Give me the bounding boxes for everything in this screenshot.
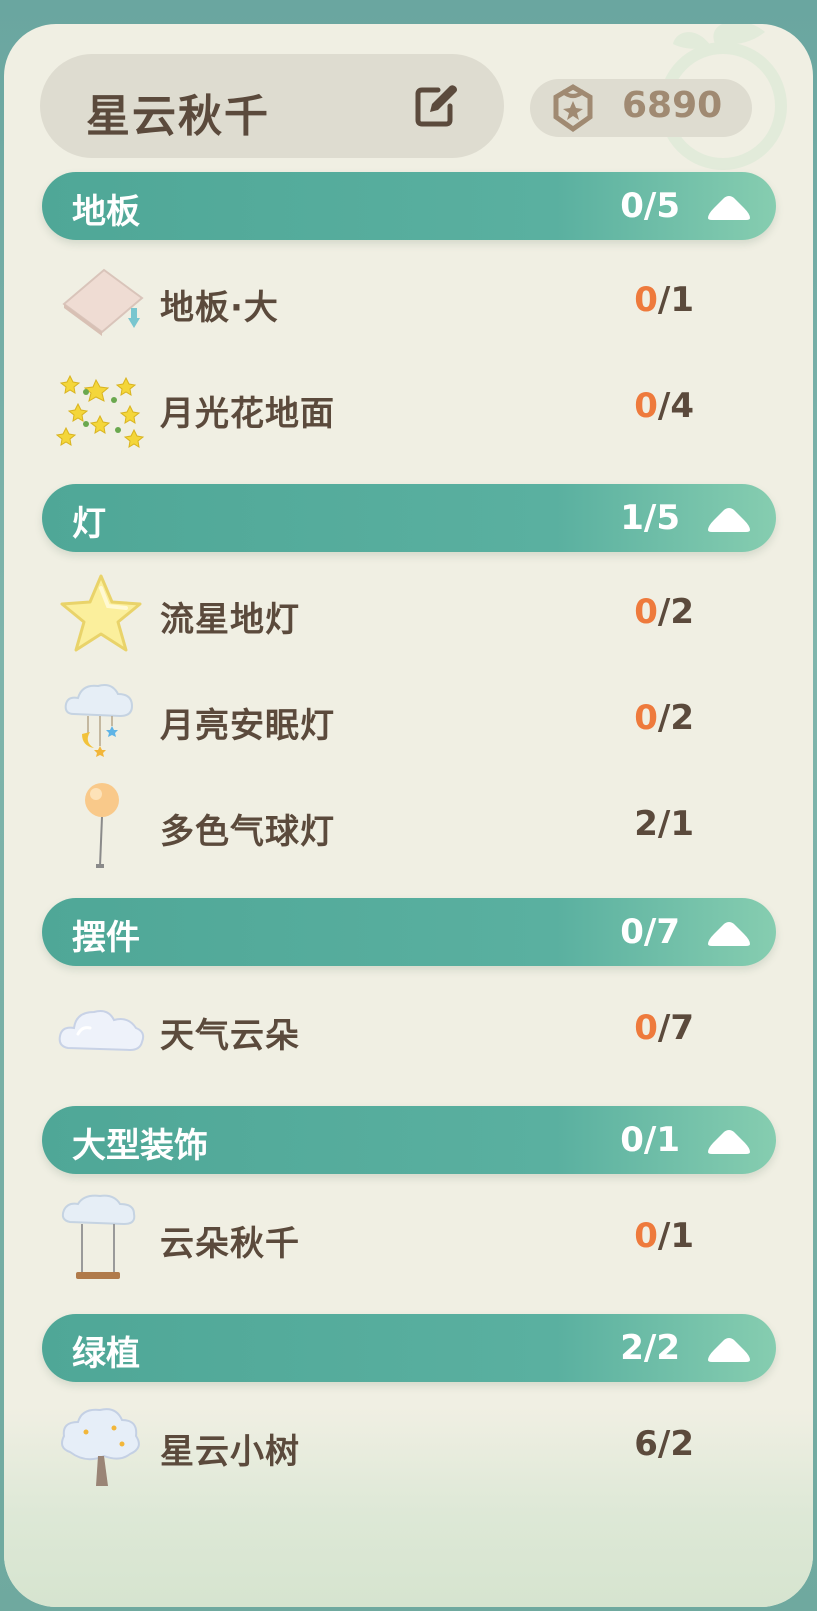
category-count: 1/5 bbox=[620, 498, 680, 538]
collapse-arrow-icon bbox=[708, 922, 750, 946]
item-name: 多色气球灯 bbox=[160, 812, 335, 852]
item-floor-large[interactable]: 地板·大 0/1 bbox=[42, 252, 776, 352]
category-header-large-decor[interactable]: 大型装饰 0/1 bbox=[42, 1106, 776, 1174]
floor-tile-icon bbox=[62, 268, 144, 336]
category-header-ornament[interactable]: 摆件 0/7 bbox=[42, 898, 776, 966]
currency-value: 6890 bbox=[622, 85, 723, 126]
category-name: 大型装饰 bbox=[72, 1126, 208, 1166]
item-name: 地板·大 bbox=[160, 288, 279, 328]
collapse-arrow-icon bbox=[708, 1130, 750, 1154]
item-name: 月光花地面 bbox=[160, 394, 335, 434]
collapse-arrow-icon bbox=[708, 508, 750, 532]
seed-badge-icon bbox=[553, 84, 593, 133]
category-count: 0/7 bbox=[620, 912, 680, 952]
item-count: 2/1 bbox=[634, 804, 694, 844]
item-moonflower-ground[interactable]: 月光花地面 0/4 bbox=[42, 358, 776, 458]
furniture-panel: 星云秋千 6890 地板 0/5 地板·大 0/1 月光花地面 0/4 灯 1/… bbox=[4, 24, 813, 1607]
item-moon-sleep-lamp[interactable]: 月亮安眠灯 0/2 bbox=[42, 670, 776, 770]
moon-cloud-lamp-icon bbox=[64, 684, 134, 757]
category-name: 摆件 bbox=[72, 918, 140, 958]
category-header-lamp[interactable]: 灯 1/5 bbox=[42, 484, 776, 552]
collapse-arrow-icon bbox=[708, 196, 750, 220]
category-name: 绿植 bbox=[72, 1334, 140, 1374]
item-count: 0/1 bbox=[634, 1216, 694, 1256]
category-count: 0/5 bbox=[620, 186, 680, 226]
collapse-arrow-icon bbox=[708, 1338, 750, 1362]
item-name: 云朵秋千 bbox=[160, 1224, 300, 1264]
nebula-tree-icon bbox=[61, 1408, 140, 1486]
page-title: 星云秋千 bbox=[86, 91, 270, 142]
edit-icon[interactable] bbox=[410, 80, 462, 132]
item-name: 流星地灯 bbox=[160, 600, 300, 640]
category-name: 灯 bbox=[72, 504, 106, 544]
blueprint-title-box: 星云秋千 bbox=[40, 54, 504, 158]
item-name: 天气云朵 bbox=[160, 1016, 300, 1056]
item-weather-cloud[interactable]: 天气云朵 0/7 bbox=[42, 980, 776, 1080]
item-count: 0/2 bbox=[634, 698, 694, 738]
category-header-floor[interactable]: 地板 0/5 bbox=[42, 172, 776, 240]
item-count: 6/2 bbox=[634, 1424, 694, 1464]
category-name: 地板 bbox=[72, 192, 140, 232]
category-header-plants[interactable]: 绿植 2/2 bbox=[42, 1314, 776, 1382]
currency-display: 6890 bbox=[530, 79, 752, 137]
item-cloud-swing[interactable]: 云朵秋千 0/1 bbox=[42, 1188, 776, 1288]
item-balloon-lamp[interactable]: 多色气球灯 2/1 bbox=[42, 776, 776, 876]
cloud-icon bbox=[58, 1010, 145, 1052]
item-star-lamp[interactable]: 流星地灯 0/2 bbox=[42, 564, 776, 664]
balloon-lamp-icon bbox=[85, 783, 119, 868]
category-count: 2/2 bbox=[620, 1328, 680, 1368]
cloud-swing-icon bbox=[61, 1194, 136, 1279]
item-count: 0/1 bbox=[634, 280, 694, 320]
item-count: 0/2 bbox=[634, 592, 694, 632]
category-count: 0/1 bbox=[620, 1120, 680, 1160]
moonflower-ground-icon bbox=[56, 374, 145, 448]
item-name: 星云小树 bbox=[160, 1432, 300, 1472]
item-count: 0/4 bbox=[634, 386, 694, 426]
star-lamp-icon bbox=[60, 574, 142, 652]
item-count: 0/7 bbox=[634, 1008, 694, 1048]
item-name: 月亮安眠灯 bbox=[160, 706, 335, 746]
item-nebula-tree[interactable]: 星云小树 6/2 bbox=[42, 1396, 776, 1496]
